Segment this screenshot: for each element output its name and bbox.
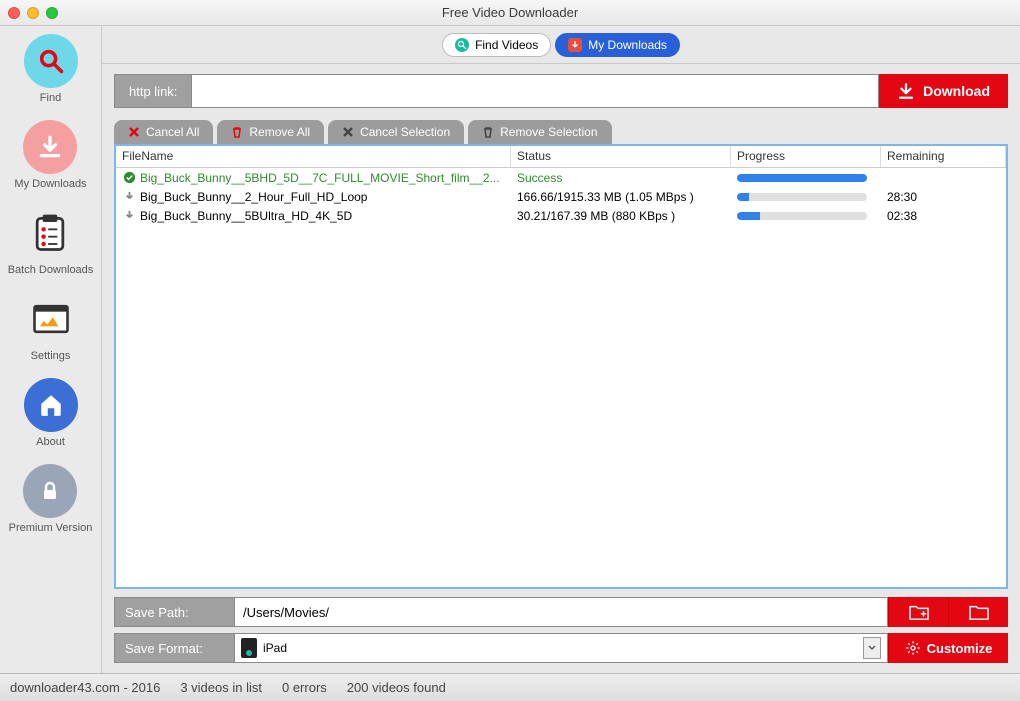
trash-icon — [482, 126, 494, 138]
downloads-table: FileName Status Progress Remaining Big_B… — [114, 144, 1008, 589]
tab-bar: Find Videos My Downloads — [102, 26, 1020, 64]
th-progress[interactable]: Progress — [731, 146, 881, 167]
gear-icon — [905, 640, 921, 656]
x-icon — [128, 126, 140, 138]
status-brand: downloader43.com - 2016 — [10, 680, 160, 695]
remove-all-button[interactable]: Remove All — [217, 120, 324, 144]
sidebar-item-label: Find — [40, 92, 61, 104]
home-icon — [38, 392, 64, 418]
download-button-label: Download — [923, 83, 990, 99]
add-folder-button[interactable] — [888, 597, 948, 627]
sidebar-item-find[interactable]: Find — [24, 34, 78, 104]
tab-find-videos[interactable]: Find Videos — [442, 33, 551, 57]
table-row[interactable]: Big_Buck_Bunny__5BUltra_HD_4K_5D30.21/16… — [116, 206, 1006, 225]
tab-label: Find Videos — [475, 38, 538, 52]
titlebar: Free Video Downloader — [0, 0, 1020, 26]
status-errors: 0 errors — [282, 680, 327, 695]
download-icon — [122, 190, 136, 204]
device-icon — [241, 638, 257, 658]
sidebar: Find My Downloads Batch Downloads Settin… — [0, 26, 102, 673]
sidebar-item-about[interactable]: About — [24, 378, 78, 448]
clipboard-icon — [28, 211, 72, 255]
save-path-label: Save Path: — [114, 597, 234, 627]
trash-icon — [231, 126, 243, 138]
download-button[interactable]: Download — [879, 74, 1008, 108]
download-icon — [37, 134, 63, 160]
remove-selection-button[interactable]: Remove Selection — [468, 120, 611, 144]
status-videos: 3 videos in list — [180, 680, 262, 695]
sidebar-item-label: Batch Downloads — [8, 264, 94, 276]
lock-icon — [38, 479, 62, 503]
status-found: 200 videos found — [347, 680, 446, 695]
url-label: http link: — [114, 74, 191, 108]
save-path-input[interactable] — [234, 597, 888, 627]
th-remaining[interactable]: Remaining — [881, 146, 1006, 167]
tab-my-downloads[interactable]: My Downloads — [555, 33, 680, 57]
open-folder-button[interactable] — [948, 597, 1008, 627]
customize-button[interactable]: Customize — [888, 633, 1008, 663]
download-icon — [122, 209, 136, 223]
sidebar-item-label: Premium Version — [9, 522, 93, 534]
check-icon — [122, 171, 136, 185]
table-row[interactable]: Big_Buck_Bunny__2_Hour_Full_HD_Loop166.6… — [116, 187, 1006, 206]
tab-label: My Downloads — [588, 38, 667, 52]
statusbar: downloader43.com - 2016 3 videos in list… — [0, 673, 1020, 701]
x-icon — [342, 126, 354, 138]
sidebar-item-label: About — [36, 436, 65, 448]
lens-icon — [455, 38, 469, 52]
cancel-all-button[interactable]: Cancel All — [114, 120, 213, 144]
folder-plus-icon — [908, 603, 930, 621]
th-filename[interactable]: FileName — [116, 146, 511, 167]
download-small-icon — [568, 38, 582, 52]
sidebar-item-premium[interactable]: Premium Version — [9, 464, 93, 534]
save-format-select[interactable]: iPad — [234, 633, 888, 663]
search-icon — [37, 47, 65, 75]
cancel-selection-button[interactable]: Cancel Selection — [328, 120, 464, 144]
folder-icon — [968, 603, 990, 621]
download-arrow-icon — [897, 82, 915, 100]
settings-icon — [29, 299, 73, 339]
save-format-label: Save Format: — [114, 633, 234, 663]
sidebar-item-label: Settings — [31, 350, 71, 362]
chevron-down-icon[interactable] — [863, 637, 881, 659]
sidebar-item-settings[interactable]: Settings — [24, 292, 78, 362]
url-input[interactable] — [191, 74, 879, 108]
sidebar-item-batch[interactable]: Batch Downloads — [8, 206, 94, 276]
save-format-value: iPad — [263, 641, 287, 655]
sidebar-item-downloads[interactable]: My Downloads — [14, 120, 86, 190]
table-row[interactable]: Big_Buck_Bunny__5BHD_5D__7C_FULL_MOVIE_S… — [116, 168, 1006, 187]
th-status[interactable]: Status — [511, 146, 731, 167]
window-title: Free Video Downloader — [0, 5, 1020, 20]
sidebar-item-label: My Downloads — [14, 178, 86, 190]
